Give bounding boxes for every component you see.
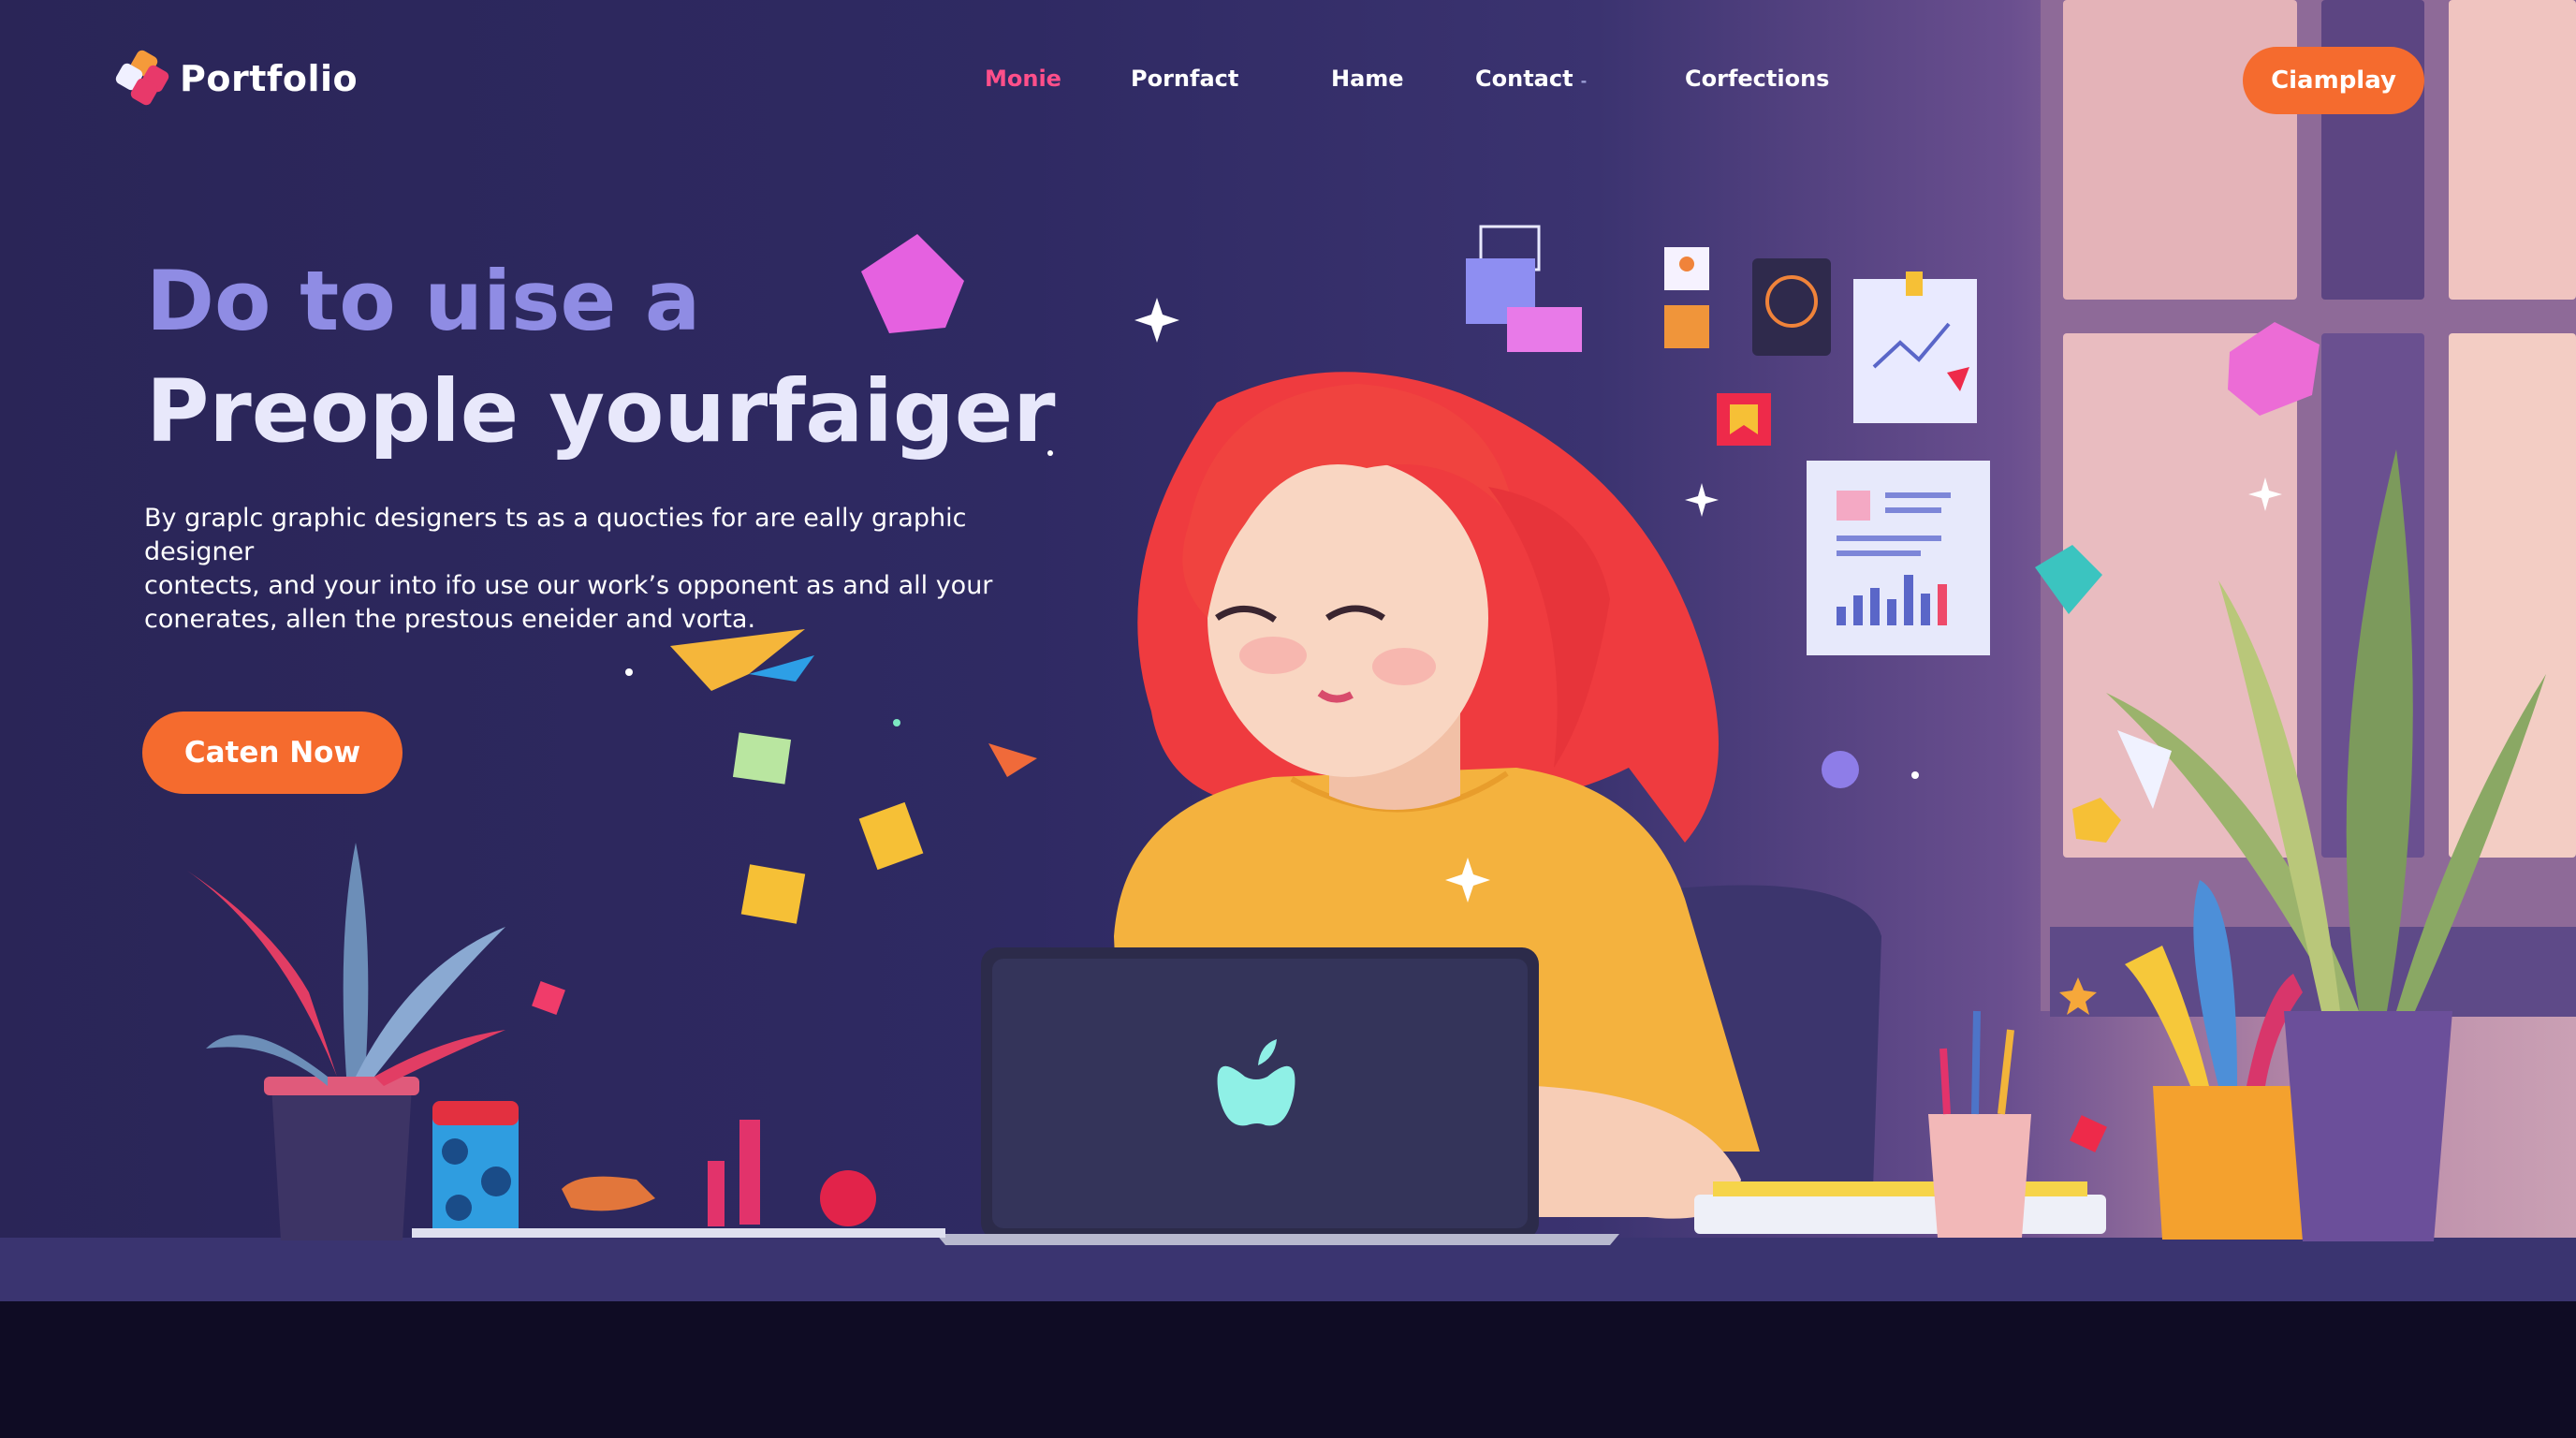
nav-link-hame[interactable]: Hame <box>1331 66 1404 92</box>
scene-artwork <box>187 225 2546 1245</box>
nav-link-pornfact[interactable]: Pornfact <box>1131 66 1238 92</box>
pencil-cup-blue <box>432 1101 519 1236</box>
floating-gem-right <box>2228 322 2320 416</box>
nav-link-contact-label: Contact <box>1475 66 1573 92</box>
brand-logo[interactable]: Portfolio <box>113 48 359 108</box>
color-swatch-card <box>1466 225 1582 352</box>
hero-headline-line1: Do to uise a <box>146 253 701 349</box>
floating-gem-pink <box>861 234 964 333</box>
logo-mark-icon <box>113 48 171 108</box>
hero-body-line: By graplc graphic designers ts as a quoc… <box>144 504 967 566</box>
hero-headline-line2: Preople yourfaiger <box>146 361 1056 462</box>
ornament <box>820 1170 876 1226</box>
hero-body-line: contects, and your into ifo use our work… <box>144 571 993 600</box>
pencil-cup-orange <box>2153 1086 2312 1240</box>
nav-link-monie[interactable]: Monie <box>985 66 1061 92</box>
pencil-cup-pink <box>1928 1114 2031 1238</box>
hero-body-line: conerates, allen the prestous eneider an… <box>144 605 756 634</box>
chart-card-icon <box>1853 271 1977 423</box>
book-stack <box>1694 1195 2106 1234</box>
hero-body-text: By graplc graphic designers ts as a quoc… <box>144 502 1043 637</box>
floating-square <box>732 732 792 785</box>
nav-caret: - <box>1580 72 1588 90</box>
hero-illustration-background: Portfolio Monie Pornfact Hame Contact - C… <box>0 0 2576 1438</box>
nav-link-corfections[interactable]: Corfections <box>1685 66 1829 92</box>
brand-name: Portfolio <box>180 58 359 99</box>
pen <box>739 1120 760 1225</box>
logo-card <box>1752 258 1831 356</box>
document-card-icon <box>1807 461 1990 655</box>
laptop-base <box>936 1234 1619 1245</box>
image-card-icon <box>1664 247 1709 348</box>
nav-link-contact[interactable]: Contact - <box>1475 66 1587 92</box>
paper-plane-icon <box>670 629 805 691</box>
marker <box>562 1176 655 1211</box>
hero-cta-button[interactable]: Caten Now <box>142 712 402 794</box>
header-cta-button[interactable]: Ciamplay <box>2243 47 2424 114</box>
